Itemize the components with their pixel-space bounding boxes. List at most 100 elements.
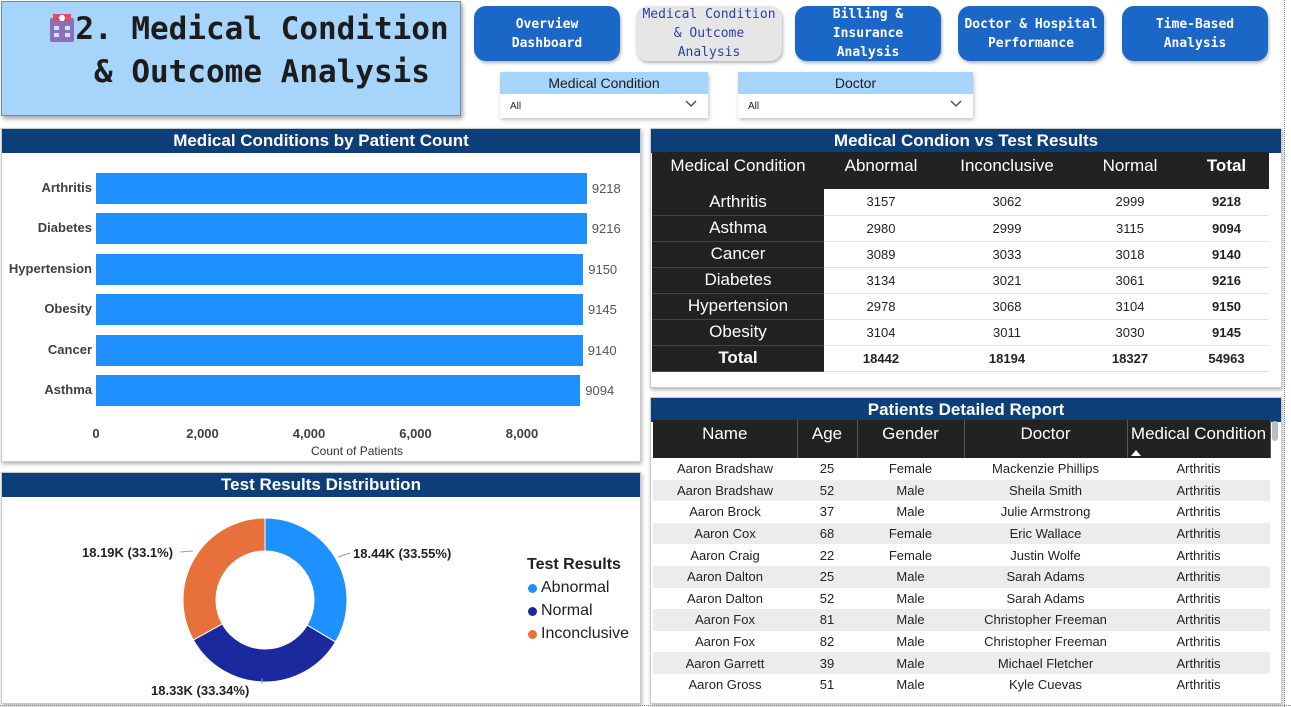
donut-slice-normal[interactable] bbox=[192, 623, 337, 683]
bar-data-label: 9218 bbox=[591, 181, 621, 196]
x-tick-label: 6,000 bbox=[399, 426, 432, 441]
bar[interactable] bbox=[96, 375, 581, 406]
matrix-cell: 9150 bbox=[1184, 293, 1269, 320]
patient-age-cell: 68 bbox=[797, 522, 857, 545]
chevron-down-icon[interactable] bbox=[949, 96, 963, 110]
bar[interactable] bbox=[96, 213, 587, 245]
slicer-value: All bbox=[748, 101, 760, 112]
matrix-row-header: Hypertension bbox=[652, 293, 824, 320]
matrix-table: Medical Condition Abnormal Inconclusive … bbox=[652, 152, 1269, 372]
patient-age-cell: 22 bbox=[819, 547, 835, 563]
matrix-cell: 18194 bbox=[938, 345, 1076, 372]
patient-condition-cell: Arthritis bbox=[1176, 677, 1221, 693]
patients-col-age[interactable]: Age bbox=[797, 420, 858, 458]
bar[interactable] bbox=[96, 173, 587, 204]
patients-col-doctor[interactable]: Doctor bbox=[964, 420, 1128, 458]
page-border bbox=[0, 705, 1291, 706]
bar-data-label: 9150 bbox=[588, 261, 618, 277]
matrix-row: Arthritis 3157 3062 2999 9218 bbox=[652, 189, 1269, 216]
matrix-cell: 3033 bbox=[938, 241, 1076, 268]
patients-col-condition[interactable]: Medical Condition bbox=[1127, 420, 1271, 458]
patient-doctor-cell: Sarah Adams bbox=[1006, 590, 1085, 606]
legend-dot-icon bbox=[528, 583, 537, 593]
nav-billing-button[interactable]: Billing & Insurance Analysis bbox=[795, 6, 941, 61]
legend-dot-icon bbox=[528, 629, 537, 639]
patients-col-name[interactable]: Name bbox=[653, 420, 798, 458]
table-row[interactable]: Aaron Bradshaw 52 Male Sheila Smith Arthriti… bbox=[653, 479, 1270, 502]
title-card: 2. Medical Condition & Outcome Analysis bbox=[1, 1, 461, 116]
patient-doctor-cell: Sarah Adams bbox=[964, 565, 1127, 588]
patient-name-cell: Aaron Bradshaw bbox=[676, 461, 774, 477]
matrix-row-header: Cancer bbox=[652, 241, 824, 268]
bar-data-label: 9145 bbox=[587, 302, 617, 318]
patient-age-cell: 82 bbox=[819, 634, 835, 650]
normal-data-label: 18.33K (33.34%) bbox=[151, 683, 250, 698]
donut-slice-inconclusive[interactable] bbox=[182, 517, 266, 641]
patients-col-gender[interactable]: Gender bbox=[857, 420, 965, 458]
doctor-dropdown[interactable]: All bbox=[738, 94, 973, 118]
table-row[interactable]: Aaron Fox 81 Male Christopher Freeman Arthri… bbox=[653, 609, 1270, 631]
patient-condition-cell: Arthritis bbox=[1176, 590, 1221, 606]
matrix-cell: 3011 bbox=[938, 319, 1076, 346]
patient-age-cell: 81 bbox=[797, 609, 857, 631]
table-row[interactable]: Aaron Garrett 39 Male Michael Fletcher Arthr… bbox=[653, 652, 1270, 674]
table-row[interactable]: Aaron Dalton 52 Male Sarah Adams Arthritis bbox=[653, 588, 1270, 610]
nav-doctor-hospital-button[interactable]: Doctor & Hospital Performance bbox=[958, 6, 1104, 61]
legend-item-inconclusive[interactable]: Inconclusive bbox=[528, 625, 629, 643]
patient-condition-cell: Arthritis bbox=[1127, 609, 1270, 631]
patient-gender-cell: Male bbox=[896, 677, 925, 693]
matrix-cell: 2999 bbox=[938, 215, 1076, 242]
slicer-value: All bbox=[510, 101, 522, 112]
doctor-slicer[interactable]: Doctor All bbox=[738, 72, 973, 118]
abnormal-data-label: 18.44K (33.55%) bbox=[353, 546, 452, 561]
sort-ascending-icon[interactable] bbox=[1130, 450, 1141, 456]
nav-medical-condition-button[interactable]: Medical Condition & Outcome Analysis bbox=[636, 6, 782, 61]
patient-condition-cell: Arthritis bbox=[1127, 522, 1270, 545]
matrix-col-header: Normal bbox=[1076, 152, 1184, 189]
table-row[interactable]: Aaron Bradshaw 25 Female Mackenzie Phillips… bbox=[653, 458, 1270, 480]
patients-scrollbar[interactable] bbox=[1272, 421, 1278, 441]
patient-condition-cell: Arthritis bbox=[1176, 547, 1221, 563]
patient-gender-cell: Male bbox=[857, 565, 964, 588]
patient-gender-cell: Male bbox=[857, 479, 964, 502]
medical-condition-dropdown[interactable]: All bbox=[500, 94, 708, 118]
patient-age-cell: 52 bbox=[819, 590, 835, 606]
patient-condition-cell: Arthritis bbox=[1176, 504, 1221, 520]
matrix-title: Medical Condion vs Test Results bbox=[651, 129, 1281, 153]
legend-item-normal[interactable]: Normal bbox=[528, 602, 593, 620]
legend-dot-icon bbox=[528, 606, 537, 616]
matrix-row-header: Total bbox=[652, 345, 824, 372]
bar[interactable] bbox=[96, 334, 583, 366]
matrix-cell: 3018 bbox=[1076, 241, 1184, 268]
chevron-down-icon[interactable] bbox=[684, 96, 698, 110]
matrix-cell: 3157 bbox=[824, 189, 938, 216]
table-row[interactable]: Aaron Craig 22 Female Justin Wolfe Arthritis bbox=[653, 544, 1270, 566]
matrix-cell: 2980 bbox=[824, 215, 938, 242]
matrix-row-header: Arthritis bbox=[652, 189, 824, 216]
table-row[interactable]: Aaron Dalton 25 Male Sarah Adams Arthritis bbox=[653, 565, 1270, 588]
patient-name-cell: Aaron Bradshaw bbox=[653, 479, 797, 502]
patients-title: Patients Detailed Report bbox=[651, 398, 1281, 422]
patient-name-cell: Aaron Craig bbox=[690, 547, 760, 563]
table-row[interactable]: Aaron Fox 82 Male Christopher Freeman Arthri… bbox=[653, 631, 1270, 653]
bar[interactable] bbox=[96, 294, 583, 326]
table-row[interactable]: Aaron Cox 68 Female Eric Wallace Arthritis bbox=[653, 522, 1270, 545]
patient-gender-cell: Male bbox=[857, 652, 964, 674]
bar-data-label: 9094 bbox=[585, 383, 615, 398]
nav-overview-button[interactable]: Overview Dashboard bbox=[474, 6, 620, 61]
legend-item-abnormal[interactable]: Abnormal bbox=[528, 579, 609, 597]
medical-condition-slicer[interactable]: Medical Condition All bbox=[500, 72, 708, 118]
table-row[interactable]: Aaron Brock 37 Male Julie Armstrong Arthriti… bbox=[653, 501, 1270, 523]
donut-slice-abnormal[interactable] bbox=[264, 517, 348, 643]
matrix-col-header: Abnormal bbox=[824, 152, 938, 189]
patient-doctor-cell: Julie Armstrong bbox=[1000, 504, 1091, 520]
matrix-cell: 3030 bbox=[1076, 319, 1184, 346]
nav-time-based-button[interactable]: Time-Based Analysis bbox=[1122, 6, 1268, 61]
bar[interactable] bbox=[96, 253, 584, 285]
bar-data-label: 9140 bbox=[587, 342, 617, 358]
table-row[interactable]: Aaron Gross 51 Male Kyle Cuevas Arthritis bbox=[653, 674, 1270, 696]
matrix-cell: 9216 bbox=[1184, 267, 1269, 294]
matrix-cell: 3021 bbox=[938, 267, 1076, 294]
bar-category-label: Cancer bbox=[47, 341, 92, 357]
bar-chart-title: Medical Conditions by Patient Count bbox=[2, 129, 640, 153]
